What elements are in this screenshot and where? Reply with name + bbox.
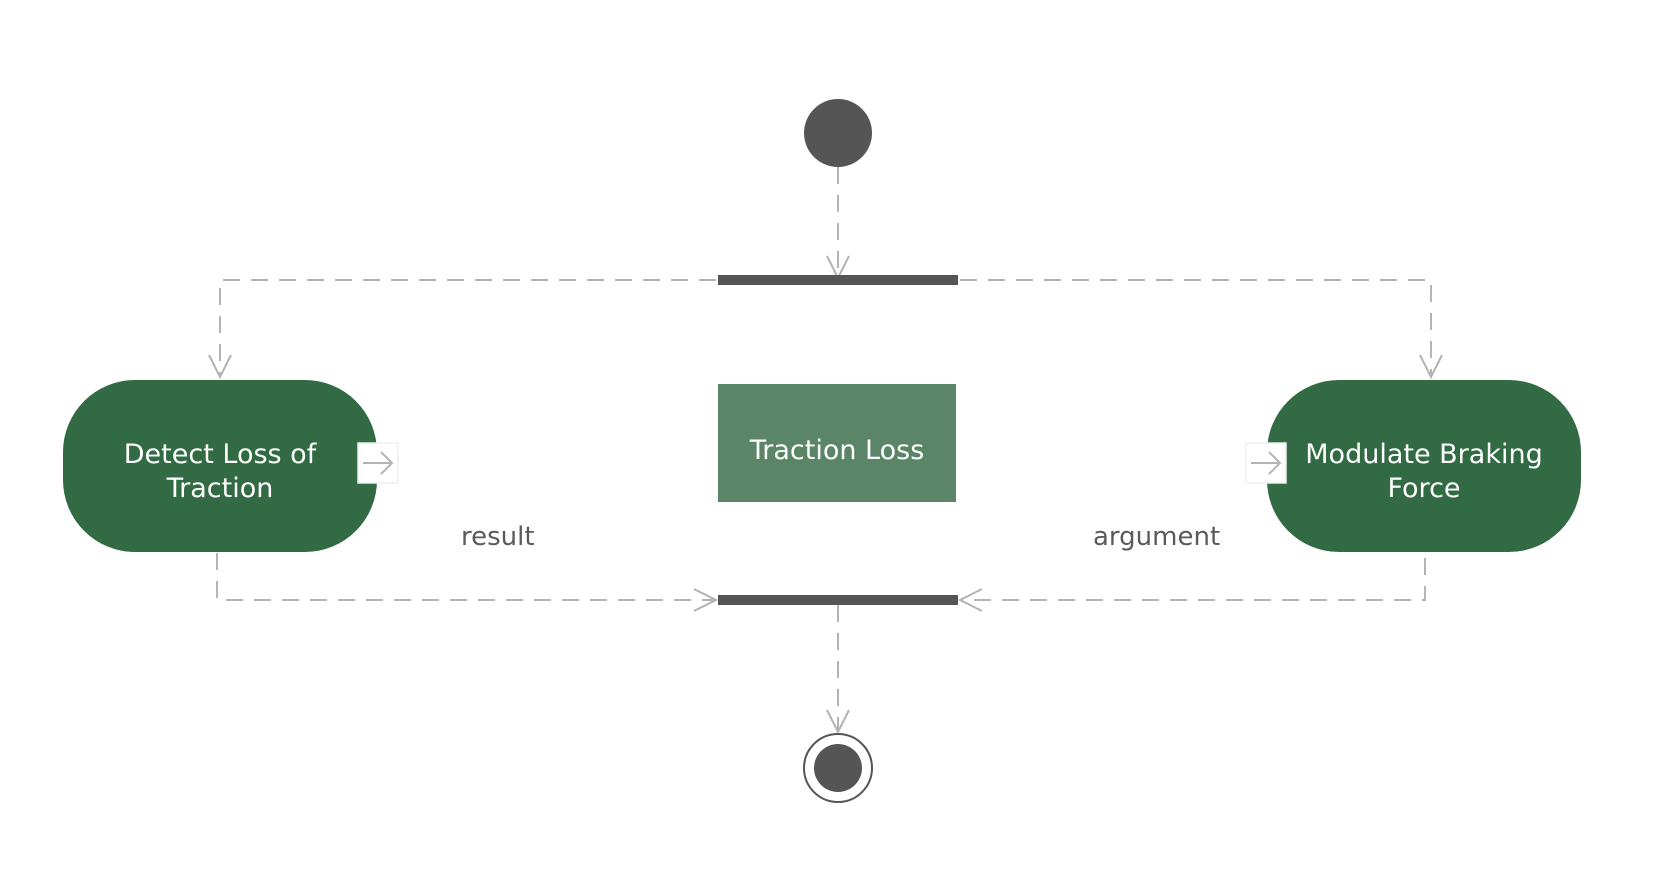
flow-detect-to-join[interactable] bbox=[216, 553, 719, 612]
flow-initial-to-fork[interactable] bbox=[826, 167, 850, 281]
action-modulate-braking-force[interactable]: Modulate Braking Force bbox=[1267, 380, 1581, 552]
label-argument: argument bbox=[1093, 522, 1220, 552]
input-pin[interactable] bbox=[1245, 442, 1287, 484]
flow-fork-to-modulate[interactable] bbox=[960, 279, 1443, 380]
action-label-line-2: Traction bbox=[166, 473, 274, 504]
activity-diagram: Detect Loss of Traction Traction Loss Mo… bbox=[63, 99, 1581, 803]
action-label-line-1: Modulate Braking bbox=[1305, 439, 1542, 470]
output-pin[interactable] bbox=[357, 442, 399, 484]
fork-bar[interactable] bbox=[718, 275, 958, 285]
object-node-traction-loss[interactable]: Traction Loss bbox=[718, 384, 956, 502]
flow-modulate-to-join[interactable] bbox=[957, 558, 1426, 612]
action-label-line-2: Force bbox=[1387, 473, 1460, 504]
flow-join-to-final[interactable] bbox=[826, 605, 850, 735]
final-node[interactable] bbox=[803, 733, 873, 803]
action-label-line-1: Detect Loss of bbox=[124, 439, 318, 470]
flow-fork-to-detect[interactable] bbox=[208, 279, 716, 380]
join-bar[interactable] bbox=[718, 595, 958, 605]
initial-node[interactable] bbox=[804, 99, 872, 167]
label-result: result bbox=[461, 522, 535, 552]
action-detect-loss-of-traction[interactable]: Detect Loss of Traction bbox=[63, 380, 377, 552]
object-node-label: Traction Loss bbox=[749, 435, 925, 466]
